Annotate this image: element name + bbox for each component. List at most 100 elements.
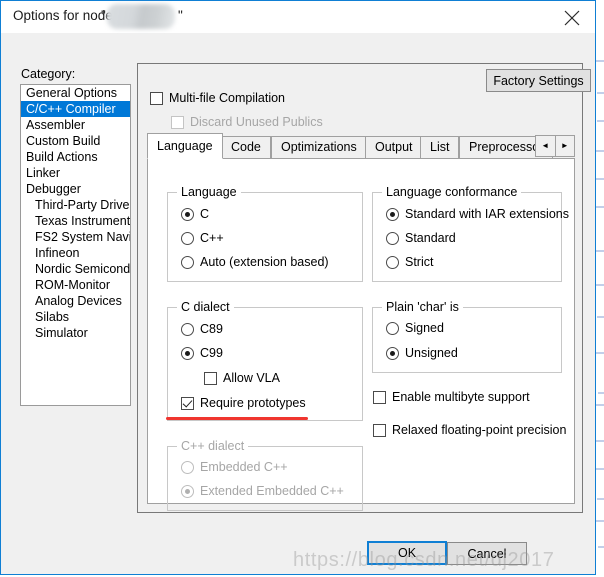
c-dialect-group-title: C dialect [177,300,234,314]
category-list[interactable]: General Options C/C++ Compiler Assembler… [20,84,131,406]
category-item-rom-monitor[interactable]: ROM-Monitor [21,277,130,293]
radio-language-auto[interactable]: Auto (extension based) [181,255,329,269]
multi-file-compilation-label: Multi-file Compilation [169,91,286,105]
node-name-redacted [107,4,175,29]
checkbox-box [373,423,386,437]
radio-char-signed-label: Signed [405,321,444,335]
radio-char-unsigned-label: Unsigned [405,346,458,360]
title-quote-close: " [178,8,183,23]
radio-dot [386,231,399,245]
category-item-fs2-system-navigator[interactable]: FS2 System Navigator [21,229,130,245]
language-group-title: Language [177,185,241,199]
tab-strip: Language Code Optimizations Output List … [147,133,575,159]
discard-unused-publics-label: Discard Unused Publics [190,115,323,129]
require-prototypes-label: Require prototypes [200,396,306,410]
plain-char-group-title: Plain 'char' is [382,300,463,314]
checkbox-box [150,91,163,105]
radio-dot [386,321,399,335]
category-item-general-options[interactable]: General Options [21,85,130,101]
tab-output[interactable]: Output [365,136,423,158]
radio-dot [181,322,194,336]
enable-multibyte-support-label: Enable multibyte support [392,390,530,404]
category-item-custom-build[interactable]: Custom Build [21,133,130,149]
radio-embedded-cpp-label: Embedded C++ [200,460,288,474]
allow-vla-checkbox[interactable]: Allow VLA [204,371,280,385]
checkbox-box [181,396,194,410]
radio-language-cpp-label: C++ [200,231,224,245]
category-item-infineon[interactable]: Infineon [21,245,130,261]
tab-scroll-left-button[interactable]: ◄ [536,136,556,156]
radio-strict-label: Strict [405,255,434,269]
language-tab-page: Language C C++ Auto (extension based) C … [147,158,575,511]
discard-unused-publics-checkbox: Discard Unused Publics [171,115,323,129]
category-item-build-actions[interactable]: Build Actions [21,149,130,165]
language-group: Language C C++ Auto (extension based) [167,185,363,282]
category-item-linker[interactable]: Linker [21,165,130,181]
radio-char-signed[interactable]: Signed [386,321,444,335]
radio-dot [181,460,194,474]
dialog-title-bar: Options for node " " [1,1,595,33]
category-item-simulator[interactable]: Simulator [21,325,130,341]
ok-button[interactable]: OK [367,541,447,565]
radio-dot [181,207,194,221]
radio-c99-label: C99 [200,346,223,360]
tab-list[interactable]: List [420,136,460,158]
radio-dot [181,255,194,269]
radio-dot [181,231,194,245]
close-button[interactable] [549,1,595,32]
radio-embedded-cpp: Embedded C++ [181,460,288,474]
radio-strict[interactable]: Strict [386,255,433,269]
language-conformance-group: Language conformance Standard with IAR e… [372,185,569,282]
options-dialog: Options for node " " Category: General O… [0,0,596,575]
radio-dot [181,484,194,498]
plain-char-group: Plain 'char' is Signed Unsigned [372,300,562,373]
enable-multibyte-support-checkbox[interactable]: Enable multibyte support [373,390,530,404]
radio-language-c-label: C [200,207,210,221]
annotation-underline [166,417,308,420]
chevron-left-icon: ◄ [541,141,550,150]
cpp-dialect-group: C++ dialect Embedded C++ Extended Embedd… [167,439,363,511]
radio-standard-with-iar-extensions-label: Standard with IAR extensions [405,207,569,221]
checkbox-box [373,390,386,404]
category-item-nordic-semiconductor[interactable]: Nordic Semiconductor [21,261,130,277]
radio-standard-label: Standard [405,231,456,245]
c-dialect-group: C dialect C89 C99 Allow VLA Require prot… [167,300,363,421]
category-item-c-cpp-compiler[interactable]: C/C++ Compiler [21,101,130,117]
allow-vla-label: Allow VLA [223,371,280,385]
radio-c99[interactable]: C99 [181,346,223,360]
checkbox-box [171,115,184,129]
category-item-analog-devices[interactable]: Analog Devices [21,293,130,309]
checkbox-box [204,371,217,385]
radio-language-c[interactable]: C [181,207,209,221]
radio-c89-label: C89 [200,322,223,336]
chevron-right-icon: ► [560,141,569,150]
category-item-texas-instruments[interactable]: Texas Instruments [21,213,130,229]
dialog-title: Options for node [13,8,113,23]
relaxed-floating-point-precision-label: Relaxed floating-point precision [392,423,567,437]
category-item-third-party-driver[interactable]: Third-Party Driver [21,197,130,213]
require-prototypes-checkbox[interactable]: Require prototypes [181,396,306,410]
radio-char-unsigned[interactable]: Unsigned [386,346,458,360]
category-item-debugger[interactable]: Debugger [21,181,130,197]
cancel-button[interactable]: Cancel [447,542,527,565]
tab-scroll-right-button[interactable]: ► [555,136,574,156]
radio-c89[interactable]: C89 [181,322,223,336]
factory-settings-button[interactable]: Factory Settings [486,69,591,92]
radio-dot [181,346,194,360]
multi-file-compilation-checkbox[interactable]: Multi-file Compilation [150,91,285,105]
compiler-options-panel: Factory Settings Multi-file Compilation … [137,63,591,513]
radio-dot [386,207,399,221]
radio-language-cpp[interactable]: C++ [181,231,224,245]
radio-standard-with-iar-extensions[interactable]: Standard with IAR extensions [386,207,569,221]
category-item-assembler[interactable]: Assembler [21,117,130,133]
tab-code[interactable]: Code [221,136,271,158]
relaxed-floating-point-precision-checkbox[interactable]: Relaxed floating-point precision [373,423,566,437]
radio-standard[interactable]: Standard [386,231,456,245]
cpp-dialect-group-title: C++ dialect [177,439,249,453]
title-quote-open: " [101,8,106,23]
radio-extended-embedded-cpp-label: Extended Embedded C++ [200,484,344,498]
radio-extended-embedded-cpp: Extended Embedded C++ [181,484,344,498]
tab-language[interactable]: Language [147,133,223,159]
tab-optimizations[interactable]: Optimizations [271,136,367,158]
category-item-silabs[interactable]: Silabs [21,309,130,325]
